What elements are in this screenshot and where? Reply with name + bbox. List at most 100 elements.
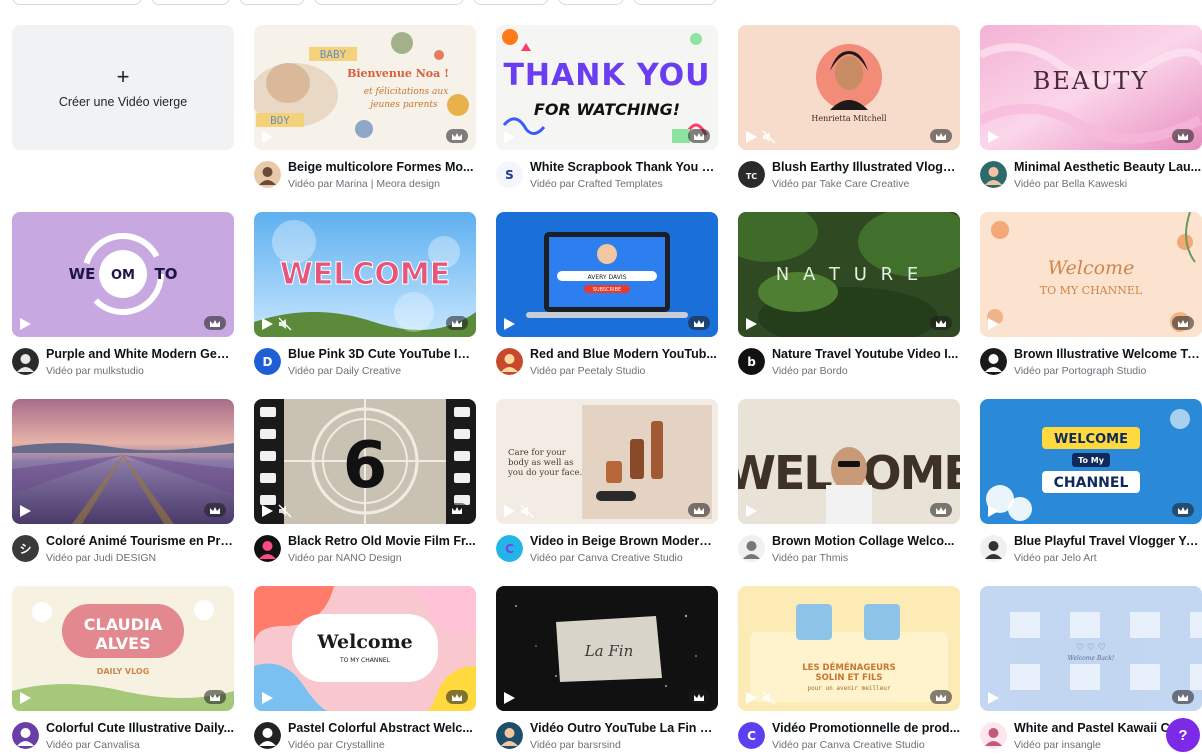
play-icon[interactable] xyxy=(260,504,274,518)
mute-icon[interactable] xyxy=(278,504,292,518)
template-title[interactable]: Coloré Animé Tourisme en Pro... xyxy=(46,534,234,548)
creator-avatar[interactable] xyxy=(12,722,39,749)
play-icon[interactable] xyxy=(18,504,32,518)
play-icon[interactable] xyxy=(502,130,516,144)
template-card[interactable]: CLAUDIA ALVES DAILY VLOG Colorful Cute Il… xyxy=(12,586,234,754)
creator-avatar[interactable] xyxy=(254,722,281,749)
mute-icon[interactable] xyxy=(762,691,776,705)
template-thumbnail[interactable]: ♡ ♡ ♡ Welcome Back! xyxy=(980,586,1202,711)
template-card[interactable]: AVERY DAVIS SUBSCRIBE Red and Blue Modern… xyxy=(496,212,718,399)
create-blank-video-button[interactable]: + Créer une Vidéo vierge xyxy=(12,25,234,150)
play-icon[interactable] xyxy=(986,317,1000,331)
play-icon[interactable] xyxy=(986,130,1000,144)
play-icon[interactable] xyxy=(18,317,32,331)
template-card[interactable]: THANK YOU FOR WATCHING! S White Scrapbook … xyxy=(496,25,718,212)
template-thumbnail[interactable]: Welcome TO MY CHANNEL xyxy=(254,586,476,711)
template-thumbnail[interactable]: WE OM TO xyxy=(12,212,234,337)
template-title[interactable]: Brown Illustrative Welcome To... xyxy=(1014,347,1202,361)
creator-avatar[interactable]: S xyxy=(496,161,523,188)
template-thumbnail[interactable]: BABY BOY Bienvenue Noa ! et félicitation… xyxy=(254,25,476,150)
template-title[interactable]: Black Retro Old Movie Film Fr... xyxy=(288,534,476,548)
filter-chip[interactable] xyxy=(12,0,142,5)
help-button[interactable]: ? xyxy=(1166,718,1200,752)
play-icon[interactable] xyxy=(502,691,516,705)
creator-avatar[interactable] xyxy=(980,535,1007,562)
template-card[interactable]: WELCOME D Blue Pink 3D Cute YouTube Int...… xyxy=(254,212,476,399)
template-thumbnail[interactable]: WELCOME xyxy=(738,399,960,524)
template-title[interactable]: Colorful Cute Illustrative Daily... xyxy=(46,721,234,735)
creator-avatar[interactable] xyxy=(254,535,281,562)
template-thumbnail[interactable]: La Fin xyxy=(496,586,718,711)
template-card[interactable]: Welcome TO MY CHANNEL Brown Illustrative … xyxy=(980,212,1202,399)
play-icon[interactable] xyxy=(744,691,758,705)
template-title[interactable]: Blue Pink 3D Cute YouTube Int... xyxy=(288,347,476,361)
filter-chip[interactable] xyxy=(558,0,624,5)
play-icon[interactable] xyxy=(986,691,1000,705)
creator-avatar[interactable]: TC xyxy=(738,161,765,188)
template-thumbnail[interactable]: CLAUDIA ALVES DAILY VLOG xyxy=(12,586,234,711)
mute-icon[interactable] xyxy=(520,504,534,518)
template-card[interactable]: WELCOME Brown Motion Collage Welco... Vid… xyxy=(738,399,960,586)
template-title[interactable]: Purple and White Modern Geo... xyxy=(46,347,234,361)
template-card[interactable]: LES DÉMÉNAGEURS SOLIN ET FILS pour un av… xyxy=(738,586,960,754)
template-thumbnail[interactable]: N A T U R E xyxy=(738,212,960,337)
template-title[interactable]: Blush Earthy Illustrated Vlogg... xyxy=(772,160,960,174)
creator-avatar[interactable] xyxy=(980,161,1007,188)
template-thumbnail[interactable]: LES DÉMÉNAGEURS SOLIN ET FILS pour un av… xyxy=(738,586,960,711)
creator-avatar[interactable]: b xyxy=(738,348,765,375)
creator-avatar[interactable] xyxy=(254,161,281,188)
template-thumbnail[interactable]: Welcome TO MY CHANNEL xyxy=(980,212,1202,337)
play-icon[interactable] xyxy=(744,130,758,144)
template-card[interactable]: WE OM TO Purple and White Modern Geo... Vi… xyxy=(12,212,234,399)
template-card[interactable]: Henrietta Mitchell TC Blush Earthy Illustr… xyxy=(738,25,960,212)
creator-avatar[interactable] xyxy=(980,722,1007,749)
template-thumbnail[interactable]: AVERY DAVIS SUBSCRIBE xyxy=(496,212,718,337)
template-card[interactable]: 6 Black Retro Old Movie Film Fr... Vidéo p… xyxy=(254,399,476,586)
template-title[interactable]: Minimal Aesthetic Beauty Lau... xyxy=(1014,160,1202,174)
template-thumbnail[interactable]: 6 xyxy=(254,399,476,524)
template-thumbnail[interactable]: WELCOME xyxy=(254,212,476,337)
play-icon[interactable] xyxy=(502,504,516,518)
template-thumbnail[interactable]: Henrietta Mitchell xyxy=(738,25,960,150)
creator-avatar[interactable] xyxy=(496,722,523,749)
template-title[interactable]: Vidéo Outro YouTube La Fin Vi... xyxy=(530,721,718,735)
filter-chip[interactable] xyxy=(473,0,549,5)
template-card[interactable]: Care for your body as well as you do you… xyxy=(496,399,718,586)
template-title[interactable]: Video in Beige Brown Modern ... xyxy=(530,534,718,548)
creator-avatar[interactable]: C xyxy=(496,535,523,562)
play-icon[interactable] xyxy=(260,317,274,331)
creator-avatar[interactable] xyxy=(12,348,39,375)
template-thumbnail[interactable] xyxy=(12,399,234,524)
template-title[interactable]: Pastel Colorful Abstract Welc... xyxy=(288,721,476,735)
template-title[interactable]: Beige multicolore Formes Mo... xyxy=(288,160,476,174)
play-icon[interactable] xyxy=(260,691,274,705)
creator-avatar[interactable]: D xyxy=(254,348,281,375)
filter-chip[interactable] xyxy=(151,0,230,5)
filter-chip[interactable] xyxy=(239,0,305,5)
creator-avatar[interactable] xyxy=(738,535,765,562)
template-title[interactable]: Nature Travel Youtube Video I... xyxy=(772,347,960,361)
filter-chip[interactable] xyxy=(314,0,464,5)
template-title[interactable]: White Scrapbook Thank You fo... xyxy=(530,160,718,174)
template-title[interactable]: Vidéo Promotionnelle de prod... xyxy=(772,721,960,735)
template-card[interactable]: BABY BOY Bienvenue Noa ! et félicitation… xyxy=(254,25,476,212)
creator-avatar[interactable]: C xyxy=(738,722,765,749)
template-title[interactable]: Blue Playful Travel Vlogger Yo... xyxy=(1014,534,1202,548)
template-title[interactable]: Red and Blue Modern YouTub... xyxy=(530,347,718,361)
play-icon[interactable] xyxy=(18,691,32,705)
template-card[interactable]: Welcome TO MY CHANNEL Pastel Colorful Abs… xyxy=(254,586,476,754)
template-title[interactable]: Brown Motion Collage Welco... xyxy=(772,534,960,548)
filter-chip[interactable] xyxy=(633,0,717,5)
play-icon[interactable] xyxy=(744,504,758,518)
template-thumbnail[interactable]: BEAUTY xyxy=(980,25,1202,150)
play-icon[interactable] xyxy=(744,317,758,331)
template-card[interactable]: シ Coloré Animé Tourisme en Pro... Vidéo pa… xyxy=(12,399,234,586)
play-icon[interactable] xyxy=(260,130,274,144)
mute-icon[interactable] xyxy=(278,317,292,331)
creator-avatar[interactable] xyxy=(496,348,523,375)
template-thumbnail[interactable]: Care for your body as well as you do you… xyxy=(496,399,718,524)
creator-avatar[interactable]: シ xyxy=(12,535,39,562)
template-thumbnail[interactable]: WELCOME To My CHANNEL xyxy=(980,399,1202,524)
mute-icon[interactable] xyxy=(762,130,776,144)
template-card[interactable]: N A T U R E b Nature Travel Youtube Video … xyxy=(738,212,960,399)
